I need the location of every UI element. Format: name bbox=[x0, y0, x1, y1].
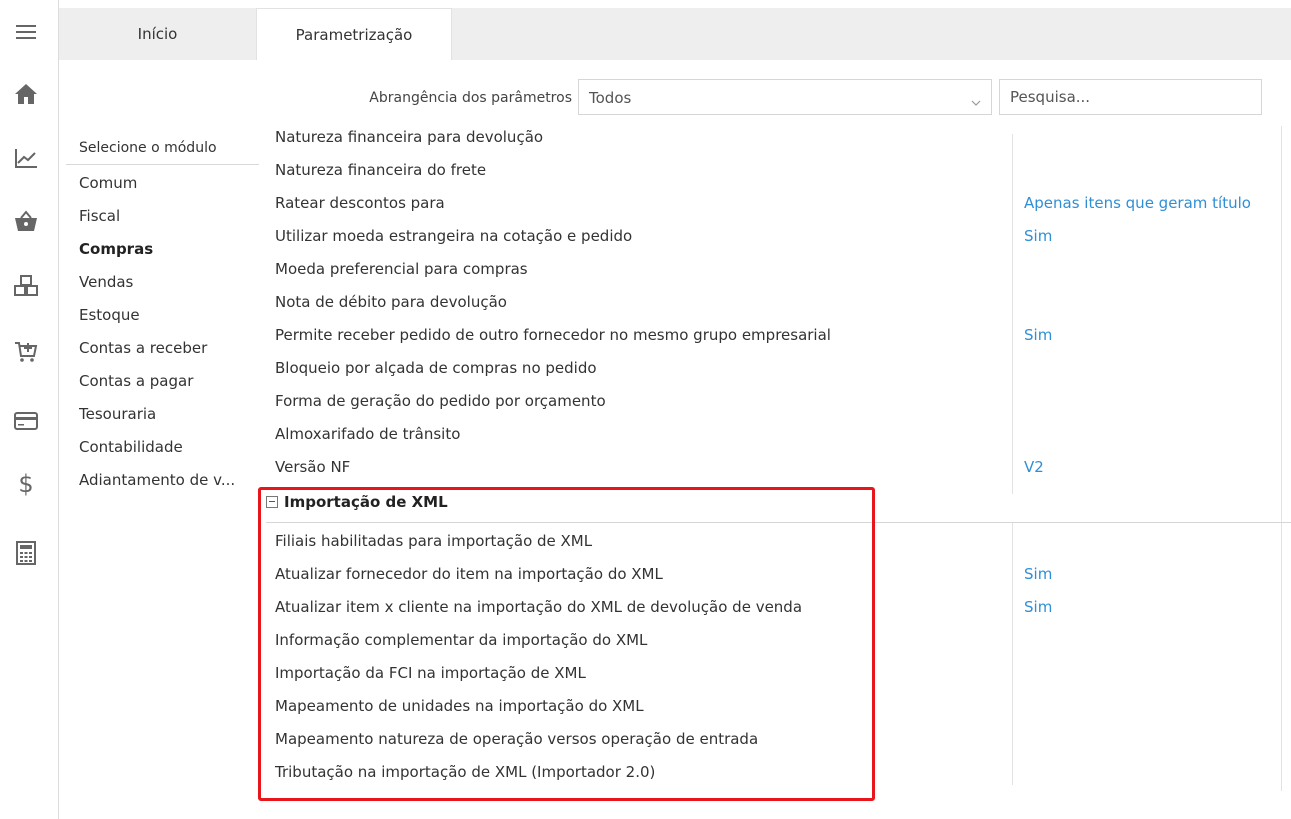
parameter-label[interactable]: Ratear descontos para bbox=[275, 194, 445, 212]
parameter-value[interactable]: V2 bbox=[1024, 458, 1044, 476]
parameter-value[interactable]: Apenas itens que geram título bbox=[1024, 194, 1251, 212]
content-right-border bbox=[1281, 126, 1282, 791]
module-item[interactable]: Contabilidade bbox=[79, 438, 259, 456]
boxes-icon[interactable] bbox=[8, 268, 44, 304]
tab-inicio[interactable]: Início bbox=[59, 8, 256, 60]
highlight-box bbox=[258, 487, 875, 801]
scope-select[interactable]: Todos bbox=[578, 79, 992, 115]
module-item[interactable]: Comum bbox=[79, 174, 259, 192]
scope-select-value: Todos bbox=[589, 89, 632, 107]
parameter-value[interactable]: Sim bbox=[1024, 565, 1052, 583]
parameter-label[interactable]: Nota de débito para devolução bbox=[275, 293, 507, 311]
module-list-header: Selecione o módulo bbox=[79, 140, 217, 156]
value-column-divider bbox=[1012, 523, 1013, 785]
parameter-value[interactable]: Sim bbox=[1024, 227, 1052, 245]
module-header-divider bbox=[66, 164, 259, 165]
parameter-label[interactable]: Natureza financeira do frete bbox=[275, 161, 486, 179]
credit-card-icon[interactable] bbox=[8, 403, 44, 439]
svg-text:$: $ bbox=[18, 470, 33, 498]
basket-icon[interactable] bbox=[8, 203, 44, 239]
home-icon[interactable] bbox=[8, 76, 44, 112]
module-item[interactable]: Contas a pagar bbox=[79, 372, 259, 390]
scope-label: Abrangência dos parâmetros bbox=[369, 90, 572, 106]
parameter-label[interactable]: Forma de geração do pedido por orçamento bbox=[275, 392, 606, 410]
parameter-value[interactable]: Sim bbox=[1024, 598, 1052, 616]
module-item[interactable]: Estoque bbox=[79, 306, 259, 324]
parameter-label[interactable]: Utilizar moeda estrangeira na cotação e … bbox=[275, 227, 632, 245]
module-item[interactable]: Tesouraria bbox=[79, 405, 259, 423]
module-item[interactable]: Compras bbox=[79, 240, 259, 258]
parameter-label[interactable]: Almoxarifado de trânsito bbox=[275, 425, 460, 443]
rail-divider bbox=[58, 0, 59, 819]
parameter-label[interactable]: Versão NF bbox=[275, 458, 350, 476]
chevron-down-icon bbox=[971, 92, 981, 111]
module-item[interactable]: Adiantamento de v... bbox=[79, 471, 259, 489]
cart-add-icon[interactable] bbox=[8, 334, 44, 370]
menu-icon[interactable] bbox=[8, 14, 44, 50]
chart-icon[interactable] bbox=[8, 140, 44, 176]
tab-bar: Início Parametrização bbox=[59, 8, 1291, 60]
parameter-label[interactable]: Permite receber pedido de outro forneced… bbox=[275, 326, 831, 344]
module-item[interactable]: Fiscal bbox=[79, 207, 259, 225]
parameter-label[interactable]: Natureza financeira para devolução bbox=[275, 128, 543, 146]
parameter-value[interactable]: Sim bbox=[1024, 326, 1052, 344]
value-column-divider bbox=[1012, 134, 1013, 494]
search-input[interactable] bbox=[999, 79, 1262, 115]
module-item[interactable]: Contas a receber bbox=[79, 339, 259, 357]
left-nav-rail: $ bbox=[0, 0, 52, 819]
tab-parametrizacao[interactable]: Parametrização bbox=[256, 8, 452, 60]
module-item[interactable]: Vendas bbox=[79, 273, 259, 291]
calculator-icon[interactable] bbox=[8, 535, 44, 571]
dollar-icon[interactable]: $ bbox=[8, 466, 44, 502]
parameter-label[interactable]: Bloqueio por alçada de compras no pedido bbox=[275, 359, 597, 377]
parameter-label[interactable]: Moeda preferencial para compras bbox=[275, 260, 528, 278]
